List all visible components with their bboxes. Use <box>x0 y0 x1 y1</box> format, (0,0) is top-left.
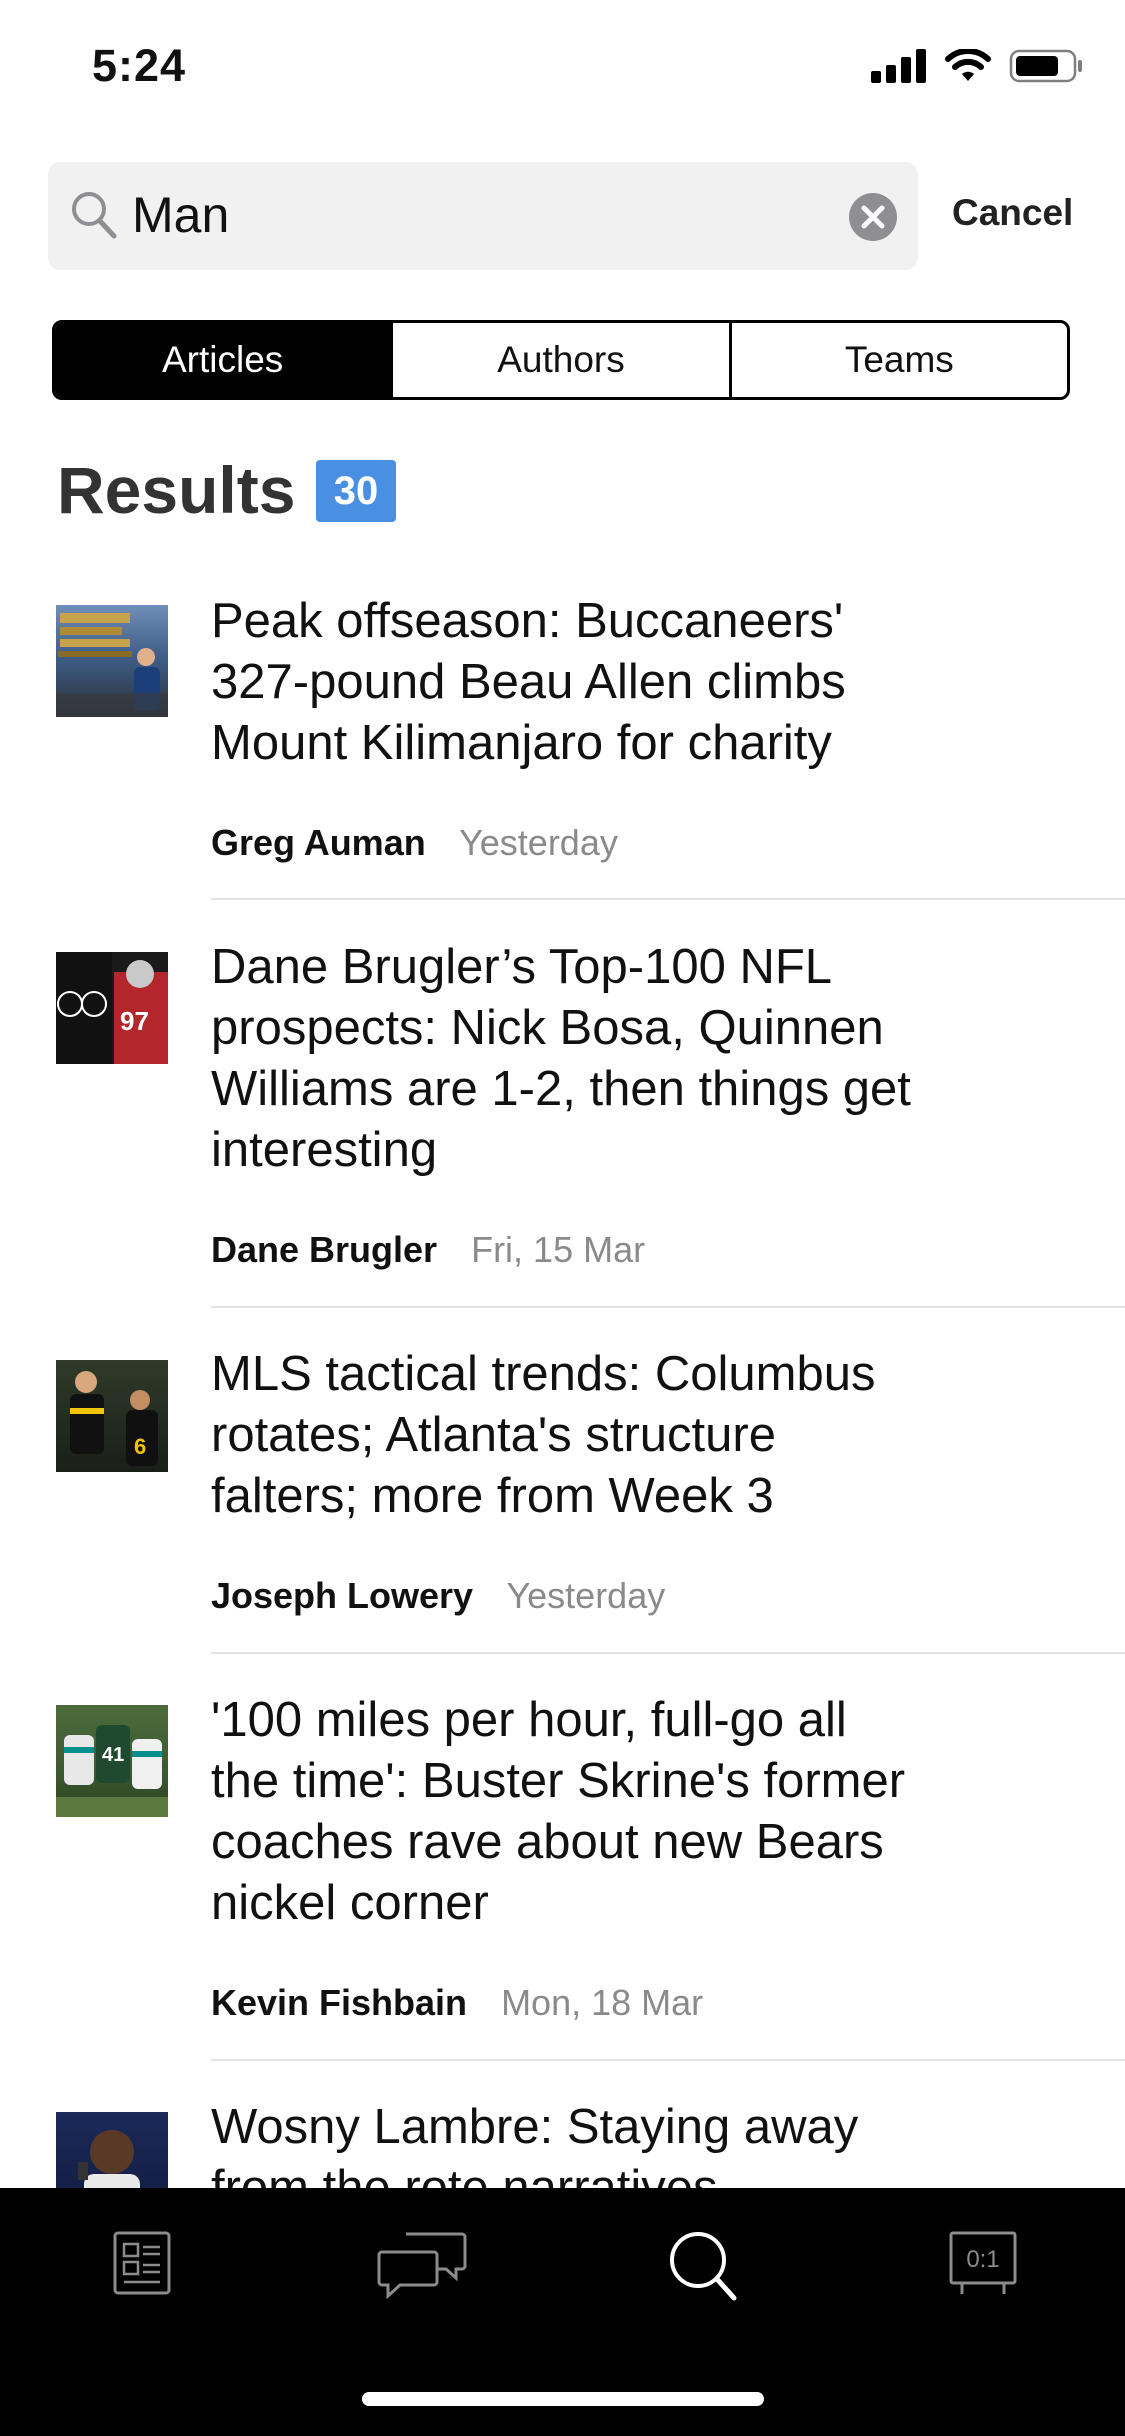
wifi-icon <box>945 49 991 81</box>
article-title[interactable]: Dane Brugler’s Top-100 NFL prospects: Ni… <box>211 937 1011 1181</box>
article-title-line: interesting <box>211 1123 438 1177</box>
article-thumbnail: 41 <box>56 1705 168 1817</box>
divider <box>211 1306 1125 1308</box>
search-icon <box>72 192 117 239</box>
results-title: Results <box>57 453 296 527</box>
tab-authors[interactable]: Authors <box>390 323 728 397</box>
search-query[interactable]: Man <box>132 186 229 244</box>
article-title-line: Wosny Lambre: Staying away <box>211 2100 859 2154</box>
article-thumbnail: 6 <box>56 1360 168 1472</box>
article-title-line: Dane Brugler’s Top-100 NFL <box>211 940 833 994</box>
article-title-line: prospects: Nick Bosa, Quinnen <box>211 1001 884 1055</box>
battery-icon <box>1009 49 1082 83</box>
clear-icon[interactable] <box>848 192 898 242</box>
tab-articles[interactable]: Articles <box>55 323 391 397</box>
svg-text:0:1: 0:1 <box>966 2246 999 2273</box>
article-title-line: nickel corner <box>211 1876 489 1930</box>
status-time: 5:24 <box>92 40 187 91</box>
status-icons <box>871 48 1083 84</box>
results-count-badge: 30 <box>316 460 396 522</box>
article-title-line: MLS tactical trends: Columbus <box>211 1347 876 1401</box>
search-input[interactable]: Man <box>48 162 918 270</box>
article-title-line: Williams are 1-2, then things get <box>211 1062 911 1116</box>
segmented-control: Articles Authors Teams <box>52 320 1070 400</box>
article-title[interactable]: Peak offseason: Buccaneers' 327-pound Be… <box>211 591 1011 774</box>
signal-icon <box>871 49 926 83</box>
home-indicator <box>362 2392 764 2406</box>
divider <box>211 1652 1125 1654</box>
chat-icon[interactable] <box>376 2230 468 2300</box>
article-meta: Joseph Lowery Yesterday <box>211 1575 665 1617</box>
article-author: Joseph Lowery <box>211 1575 474 1616</box>
article-title-line: rotates; Atlanta's structure <box>211 1408 776 1462</box>
article-title-line: falters; more from Week 3 <box>211 1469 774 1523</box>
svg-text:6: 6 <box>134 1434 146 1459</box>
article-title-line: Mount Kilimanjaro for charity <box>211 716 832 770</box>
article-title-line: '100 miles per hour, full-go all <box>211 1693 847 1747</box>
article-meta: Kevin Fishbain Mon, 18 Mar <box>211 1982 703 2024</box>
divider <box>211 898 1125 900</box>
article-date: Mon, 18 Mar <box>501 1982 704 2023</box>
article-date: Yesterday <box>506 1575 666 1616</box>
svg-text:97: 97 <box>120 1006 149 1036</box>
article-title[interactable]: '100 miles per hour, full-go all the tim… <box>211 1690 1011 1934</box>
article-title-line: the time': Buster Skrine's former <box>211 1754 906 1808</box>
article-title[interactable]: MLS tactical trends: Columbus rotates; A… <box>211 1344 1011 1527</box>
article-thumbnail: 97 <box>56 952 168 1064</box>
article-title-line: 327-pound Beau Allen climbs <box>211 655 846 709</box>
divider <box>211 2059 1125 2061</box>
news-icon[interactable] <box>112 2230 172 2296</box>
cancel-button[interactable]: Cancel <box>952 192 1073 234</box>
article-author: Greg Auman <box>211 822 426 863</box>
status-bar: 5:24 <box>0 0 1125 140</box>
svg-text:41: 41 <box>102 1744 124 1766</box>
article-thumbnail <box>56 605 168 717</box>
tab-teams[interactable]: Teams <box>728 323 1067 397</box>
scores-icon[interactable]: 0:1 <box>948 2230 1018 2296</box>
article-author: Dane Brugler <box>211 1229 438 1270</box>
article-author: Kevin Fishbain <box>211 1982 468 2023</box>
article-meta: Greg Auman Yesterday <box>211 822 618 864</box>
article-title-line: coaches rave about new Bears <box>211 1815 884 1869</box>
search-icon[interactable] <box>668 2230 738 2302</box>
article-meta: Dane Brugler Fri, 15 Mar <box>211 1229 645 1271</box>
article-date: Yesterday <box>459 822 618 863</box>
article-date: Fri, 15 Mar <box>471 1229 646 1270</box>
article-title-line: Peak offseason: Buccaneers' <box>211 594 844 648</box>
